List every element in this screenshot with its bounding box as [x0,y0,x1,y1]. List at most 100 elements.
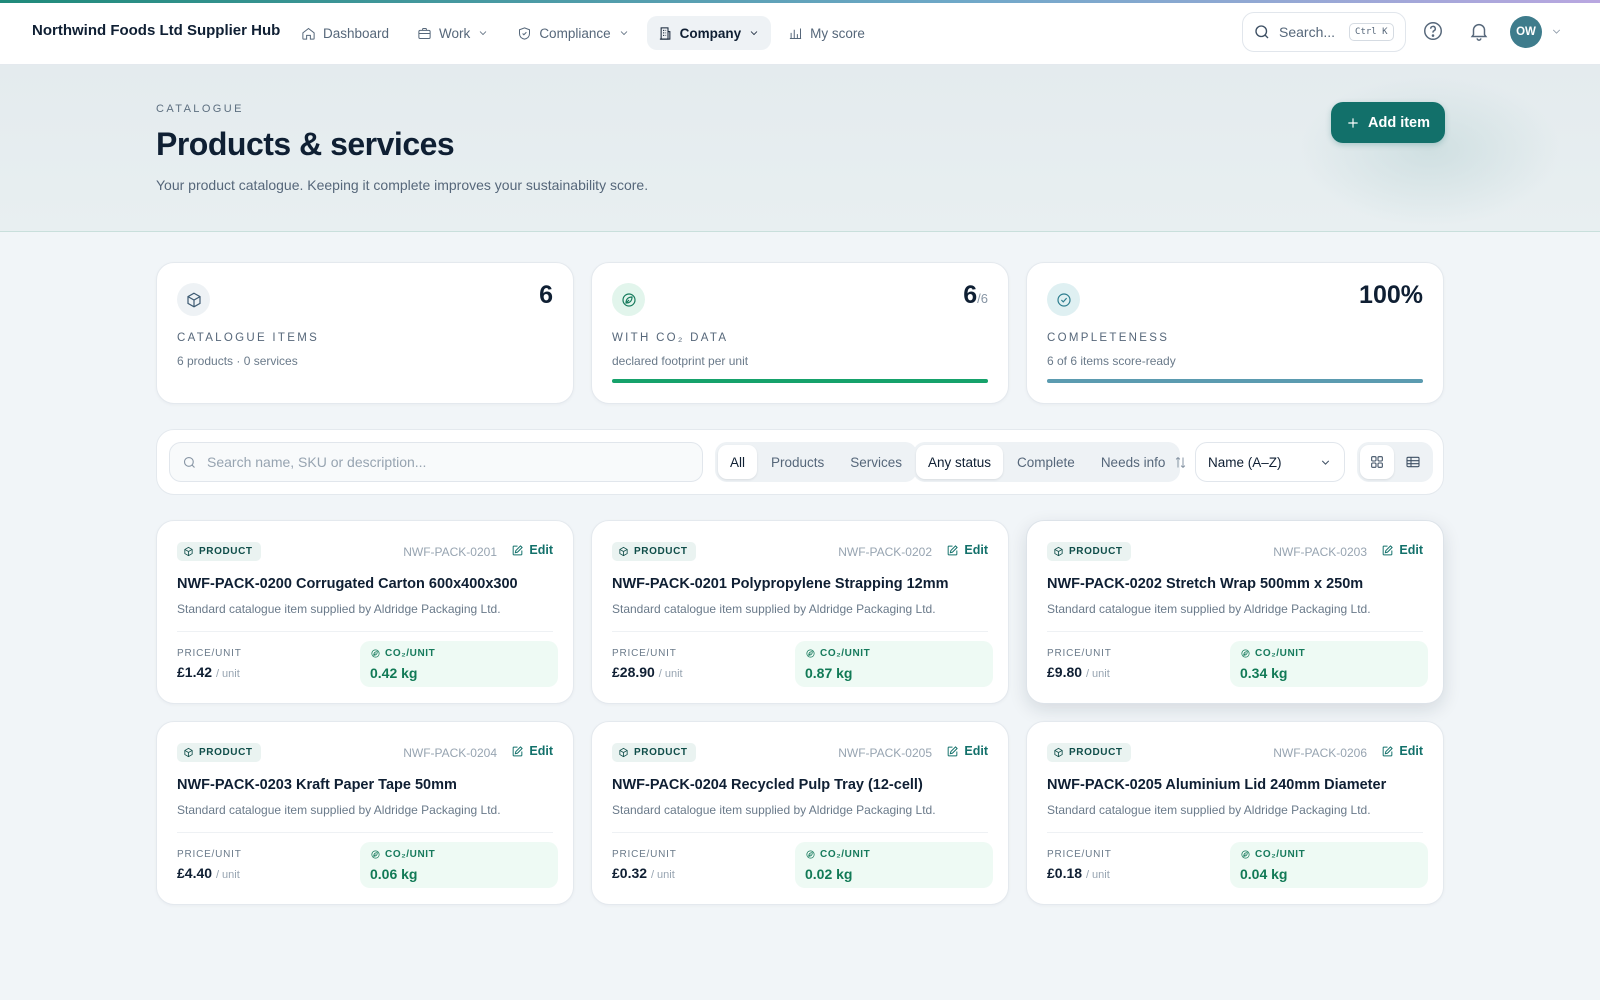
nav-my-score[interactable]: My score [777,16,876,50]
chevron-down-icon [480,31,487,36]
table-view-button[interactable] [1396,445,1430,479]
box-icon [184,747,193,758]
stat-value: 6 [539,281,553,309]
card-divider [1047,832,1423,833]
item-price: £1.42 / unit [177,664,240,680]
item-name: NWF-PACK-0205 Aluminium Lid 240mm Diamet… [1047,777,1387,793]
search-icon [1255,25,1269,39]
stat-icon-wrap [1047,283,1080,316]
co2-panel: CO₂/UNIT 0.06 kg [360,842,558,888]
stat-description: 6 of 6 items score-ready [1047,354,1176,368]
plus-icon [1348,117,1358,128]
item-co2: 0.04 kg [1240,866,1288,882]
item-sku: NWF-PACK-0201 [403,545,497,559]
keyboard-shortcut: Ctrl K [1349,23,1394,41]
price-label: PRICE/UNIT [612,648,677,659]
edit-item-button[interactable]: Edit [511,543,553,557]
box-icon [1054,546,1063,557]
filter-complete[interactable]: Complete [1005,445,1087,479]
status-filter: Any status Complete Needs info [913,442,1181,482]
item-co2: 0.42 kg [370,665,418,681]
home-icon [302,27,315,40]
notifications-button[interactable] [1468,20,1490,42]
edit-item-button[interactable]: Edit [946,744,988,758]
co2-label: CO₂/UNIT [805,849,870,860]
nav-dashboard-label: Dashboard [323,25,390,41]
box-icon [184,546,193,557]
item-name: NWF-PACK-0201 Polypropylene Strapping 12… [612,576,949,592]
edit-label: Edit [529,744,553,758]
global-search-button[interactable]: Search... Ctrl K [1242,12,1406,52]
brand-title[interactable]: Northwind Foods Ltd Supplier Hub [32,22,280,39]
product-badge-label: PRODUCT [199,747,253,758]
grid-view-button[interactable] [1360,445,1394,479]
edit-item-button[interactable]: Edit [511,744,553,758]
box-icon [619,546,628,557]
price-label: PRICE/UNIT [612,849,677,860]
type-filter: All Products Services [715,442,918,482]
item-description: Standard catalogue item supplied by Aldr… [1047,602,1371,616]
box-icon [1054,747,1063,758]
catalogue-search-input[interactable] [207,454,687,470]
catalogue-card[interactable]: PRODUCT NWF-PACK-0206 Edit NWF-PACK-0205… [1026,721,1444,905]
catalogue-card[interactable]: PRODUCT NWF-PACK-0201 Edit NWF-PACK-0200… [156,520,574,704]
card-divider [612,832,988,833]
chevron-down-icon[interactable] [1550,25,1563,38]
add-item-button[interactable]: Add item [1331,102,1445,143]
edit-item-button[interactable]: Edit [946,543,988,557]
stat-description: declared footprint per unit [612,354,749,368]
catalogue-card[interactable]: PRODUCT NWF-PACK-0203 Edit NWF-PACK-0202… [1026,520,1444,704]
item-description: Standard catalogue item supplied by Aldr… [612,602,936,616]
catalogue-card[interactable]: PRODUCT NWF-PACK-0204 Edit NWF-PACK-0203… [156,721,574,905]
co2-panel: CO₂/UNIT 0.34 kg [1230,641,1428,687]
user-avatar[interactable]: OW [1510,16,1542,48]
chevron-down-icon [620,31,627,36]
add-item-label: Add item [1367,114,1431,131]
product-badge-label: PRODUCT [634,747,688,758]
briefcase-icon [418,27,431,39]
product-badge: PRODUCT [177,542,261,561]
catalogue-card[interactable]: PRODUCT NWF-PACK-0205 Edit NWF-PACK-0204… [591,721,1009,905]
help-circle-icon [1424,22,1442,40]
leaf-icon [1241,850,1250,859]
nav-dashboard[interactable]: Dashboard [290,16,400,50]
bell-icon [1470,23,1488,41]
item-price: £28.90 / unit [612,664,683,680]
box-icon [619,747,628,758]
product-badge-label: PRODUCT [199,546,253,557]
page-subtitle: Your product catalogue. Keeping it compl… [156,177,649,193]
filter-needs-info[interactable]: Needs info [1089,445,1178,479]
nav-compliance[interactable]: Compliance [506,16,640,50]
nav-company[interactable]: Company [646,16,772,50]
filter-all[interactable]: All [718,445,758,479]
bar-chart-icon [790,28,802,39]
filter-products[interactable]: Products [759,445,836,479]
item-sku: NWF-PACK-0203 [1273,545,1367,559]
section-eyebrow: CATALOGUE [156,103,244,115]
item-description: Standard catalogue item supplied by Aldr… [1047,803,1371,817]
item-sku: NWF-PACK-0206 [1273,746,1367,760]
catalogue-card[interactable]: PRODUCT NWF-PACK-0202 Edit NWF-PACK-0201… [591,520,1009,704]
stat-value: 100% [1359,281,1423,309]
help-button[interactable] [1422,20,1444,42]
price-label: PRICE/UNIT [177,648,242,659]
leaf-icon [371,649,380,658]
nav-work[interactable]: Work [406,16,500,50]
check-circle-icon [1056,292,1071,307]
price-label: PRICE/UNIT [1047,849,1112,860]
filter-any-status[interactable]: Any status [916,445,1004,479]
pencil-icon [1383,544,1394,555]
sort-select[interactable]: Name (A–Z) [1195,442,1345,482]
co2-progress-fill [612,379,988,383]
card-divider [177,631,553,632]
edit-item-button[interactable]: Edit [1381,744,1423,758]
co2-label: CO₂/UNIT [1240,849,1305,860]
product-badge: PRODUCT [1047,743,1131,762]
price-label: PRICE/UNIT [177,849,242,860]
stat-label: WITH CO₂ DATA [612,332,729,344]
filter-services[interactable]: Services [838,445,914,479]
edit-item-button[interactable]: Edit [1381,543,1423,557]
item-sku: NWF-PACK-0205 [838,746,932,760]
item-name: NWF-PACK-0204 Recycled Pulp Tray (12-cel… [612,777,923,793]
completeness-progress-fill [1047,379,1423,383]
